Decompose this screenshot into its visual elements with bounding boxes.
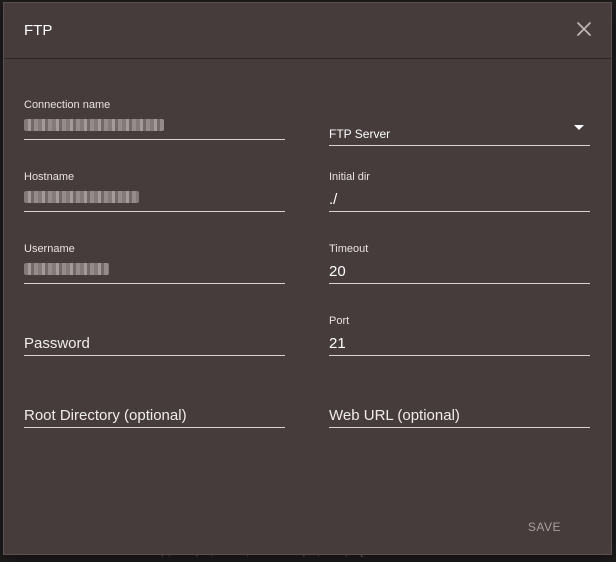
ftp-dialog: FTP Connection name FTP Server Hostname … <box>3 2 612 555</box>
connection-name-underline <box>24 139 285 140</box>
server-type-value: FTP Server <box>329 127 391 141</box>
username-label: Username <box>24 243 75 255</box>
web-url-underline <box>329 427 590 428</box>
hostname-value-redacted <box>24 191 139 203</box>
initial-dir-value: ./ <box>329 191 338 208</box>
dialog-title: FTP <box>24 22 53 39</box>
save-button[interactable]: SAVE <box>528 520 561 534</box>
username-value-redacted <box>24 263 109 275</box>
password-placeholder: Password <box>24 335 90 352</box>
port-label: Port <box>329 315 350 327</box>
username-underline <box>24 283 285 284</box>
timeout-underline <box>329 283 590 284</box>
initial-dir-underline <box>329 211 590 212</box>
timeout-value: 20 <box>329 263 346 280</box>
timeout-label: Timeout <box>329 243 369 255</box>
root-directory-placeholder: Root Directory (optional) <box>24 407 187 424</box>
port-value: 21 <box>329 335 346 352</box>
connection-name-value-redacted <box>24 119 164 131</box>
connection-name-label: Connection name <box>24 99 111 111</box>
initial-dir-label: Initial dir <box>329 171 370 183</box>
root-directory-underline <box>24 427 285 428</box>
chevron-down-icon[interactable] <box>574 125 584 130</box>
web-url-placeholder: Web URL (optional) <box>329 407 460 424</box>
hostname-underline <box>24 211 285 212</box>
port-underline <box>329 355 590 356</box>
password-underline <box>24 355 285 356</box>
server-type-underline <box>329 145 590 146</box>
hostname-label: Hostname <box>24 171 75 183</box>
dialog-header: FTP <box>4 3 611 59</box>
close-icon[interactable] <box>575 20 593 38</box>
